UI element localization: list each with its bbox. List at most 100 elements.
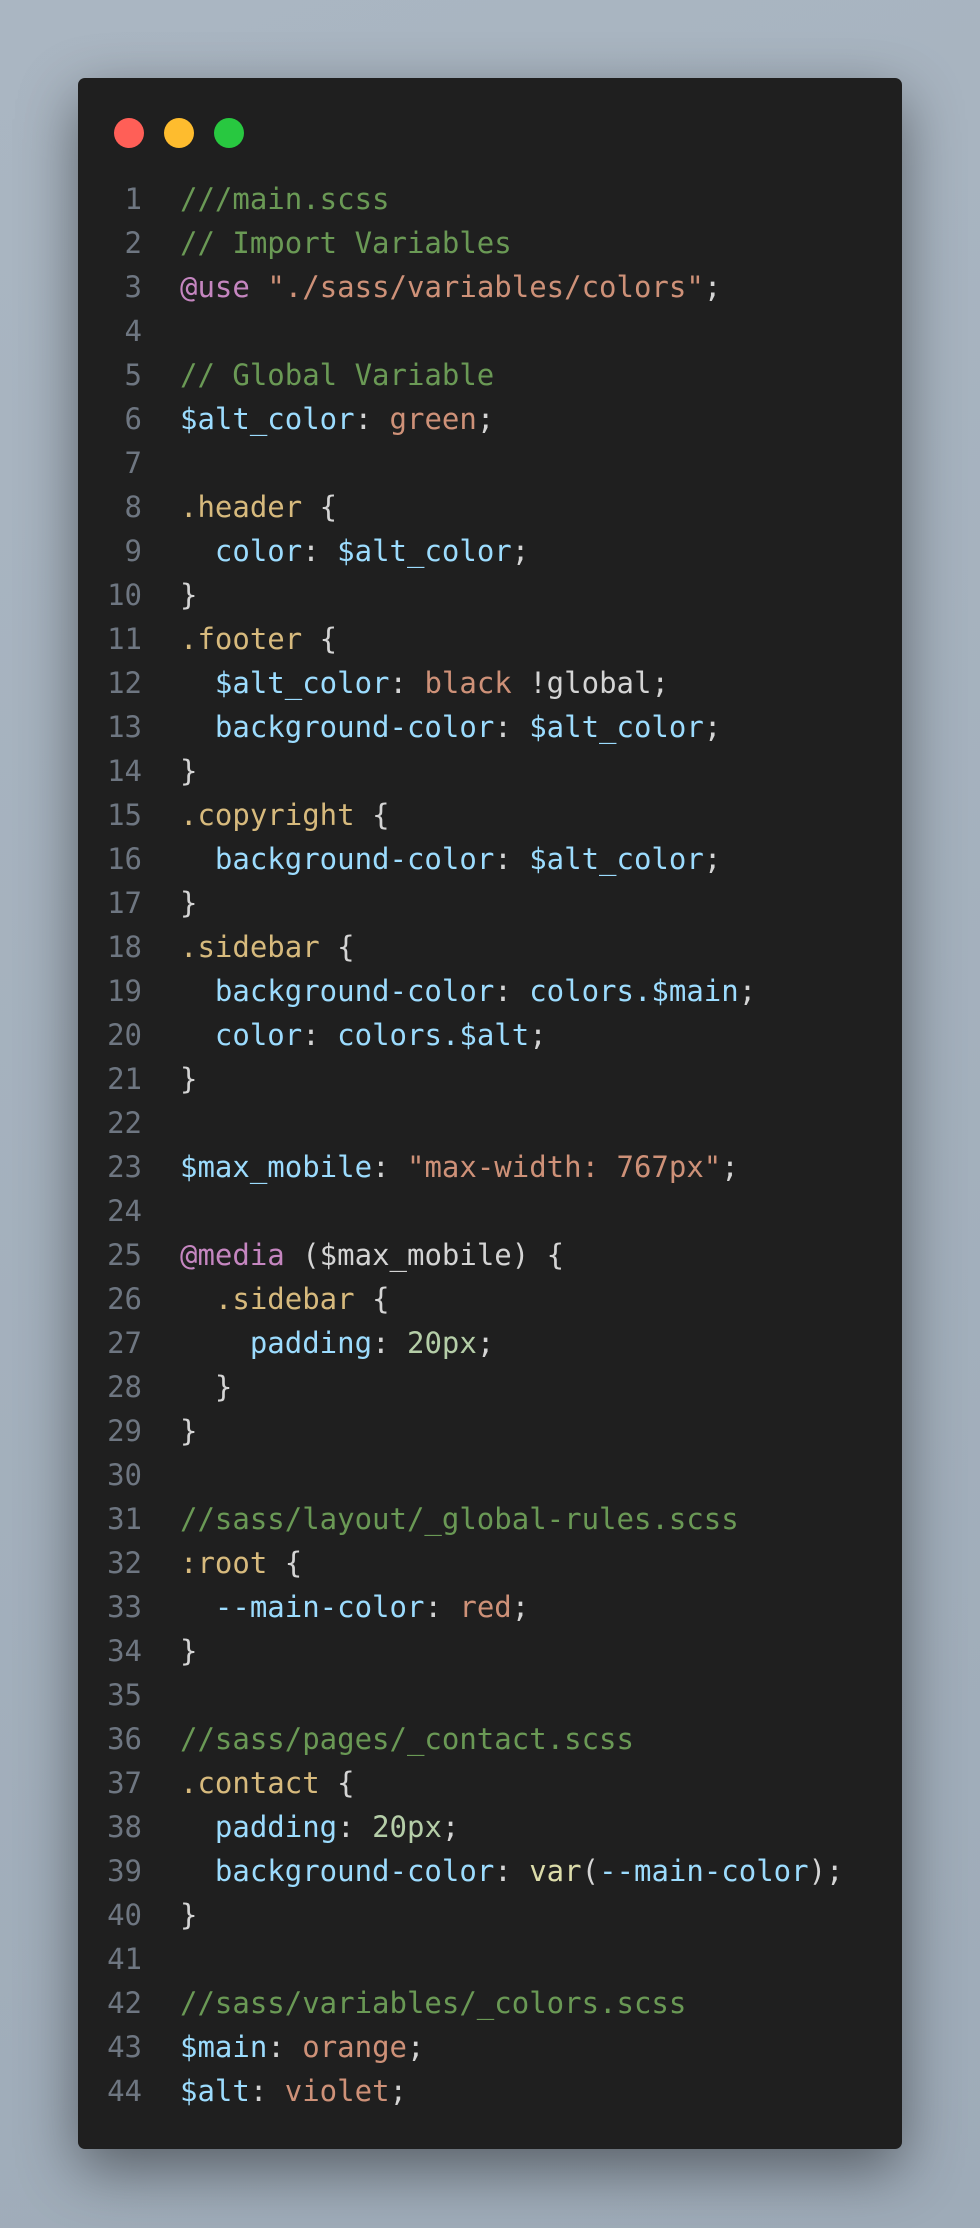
code-line: 24 <box>78 1189 902 1233</box>
code-token: green <box>389 402 477 436</box>
line-number: 25 <box>107 1238 142 1272</box>
code-line: 18 .sidebar { <box>78 925 902 969</box>
line-text: //sass/pages/_contact.scss <box>180 1717 634 1761</box>
code-token: : <box>354 402 390 436</box>
code-token: violet <box>284 2074 390 2108</box>
code-token: background-color <box>214 974 495 1008</box>
line-number: 31 <box>107 1502 142 1536</box>
line-text: } <box>180 1365 232 1409</box>
line-text: color: $alt_color; <box>180 529 529 573</box>
code-token: $main <box>180 2030 268 2064</box>
line-number: 33 <box>107 1590 142 1624</box>
code-token: } <box>180 754 198 788</box>
code-token: : <box>389 666 425 700</box>
line-text: // Import Variables <box>180 221 512 265</box>
line-number: 2 <box>124 226 142 260</box>
line-text: $alt_color: green; <box>180 397 494 441</box>
code-token: : <box>372 1326 407 1360</box>
code-token: { <box>302 490 338 524</box>
code-line: 6 $alt_color: green; <box>78 397 902 441</box>
code-line: 22 <box>78 1101 902 1145</box>
line-number: 29 <box>107 1414 142 1448</box>
close-button[interactable] <box>114 118 144 148</box>
code-token: color <box>214 1018 303 1052</box>
line-text: //sass/variables/_colors.scss <box>180 1981 686 2025</box>
line-text: } <box>180 1629 197 1673</box>
code-token: ; <box>703 842 722 876</box>
code-line: 16 background-color: $alt_color; <box>78 837 902 881</box>
line-text: .header { <box>180 485 337 529</box>
line-number: 11 <box>107 622 142 656</box>
minimize-button[interactable] <box>164 118 194 148</box>
code-token: : <box>337 1810 373 1844</box>
line-text: .footer { <box>180 617 337 661</box>
code-token: : <box>494 710 530 744</box>
line-text: @media ($max_mobile) { <box>180 1233 564 1277</box>
code-token: @media <box>180 1238 285 1272</box>
line-number: 4 <box>124 314 142 348</box>
maximize-button[interactable] <box>214 118 244 148</box>
code-token: ( <box>581 1854 600 1888</box>
line-number: 38 <box>107 1810 142 1844</box>
code-line: 32:root { <box>78 1541 902 1585</box>
code-token: : <box>267 2030 303 2064</box>
code-token: } <box>180 1898 198 1932</box>
line-text: color: colors.$alt; <box>180 1013 547 1057</box>
line-text: .contact { <box>180 1761 355 1805</box>
code-line: 40} <box>78 1893 902 1937</box>
code-line: 4 <box>78 309 902 353</box>
line-text: .sidebar { <box>180 1277 390 1321</box>
code-token: } <box>180 1062 198 1096</box>
code-token: // Import Variables <box>180 226 512 260</box>
code-line: 26 .sidebar { <box>78 1277 902 1321</box>
code-line: 44 $alt: violet; <box>78 2069 902 2113</box>
code-line: 14} <box>78 749 902 793</box>
line-number: 39 <box>107 1854 142 1888</box>
code-line: 12 $alt_color: black !global; <box>78 661 902 705</box>
code-line: 20 color: colors.$alt; <box>78 1013 902 1057</box>
line-text: background-color: $alt_color; <box>180 837 721 881</box>
code-line: 7 <box>78 441 902 485</box>
line-text: } <box>180 1893 197 1937</box>
line-number: 5 <box>124 358 142 392</box>
code-token: { <box>354 1282 390 1316</box>
code-line: 39 background-color: var(--main-color); <box>78 1849 902 1893</box>
line-number: 16 <box>107 842 142 876</box>
code-line: 21} <box>78 1057 902 1101</box>
line-number: 40 <box>107 1898 142 1932</box>
code-line: 31 //sass/layout/_global-rules.scss <box>78 1497 902 1541</box>
code-token: $alt_color <box>180 402 355 436</box>
line-number: 21 <box>107 1062 142 1096</box>
line-text: } <box>180 881 197 925</box>
code-line: 17} <box>78 881 902 925</box>
line-number: 8 <box>124 490 142 524</box>
line-text: .copyright { <box>180 793 390 837</box>
line-text: ///main.scss <box>180 177 390 221</box>
code-token: ; <box>511 534 530 568</box>
code-token: ; <box>389 2074 407 2108</box>
code-token: ; <box>407 2030 425 2064</box>
code-line: 3 @use "./sass/variables/colors"; <box>78 265 902 309</box>
code-token: //sass/layout/_global-rules.scss <box>180 1502 739 1536</box>
line-number: 28 <box>107 1370 142 1404</box>
code-token: $alt_color <box>529 842 704 876</box>
code-line: 23 $max_mobile: "max-width: 767px"; <box>78 1145 902 1189</box>
code-token: $max_mobile <box>180 1150 373 1184</box>
code-token: .header <box>180 490 303 524</box>
code-line: 33 --main-color: red; <box>78 1585 902 1629</box>
code-token: $alt_color <box>337 534 512 568</box>
code-line: 35 <box>78 1673 902 1717</box>
line-text: } <box>180 749 197 793</box>
code-token: ($max_mobile) { <box>284 1238 565 1272</box>
line-text: :root { <box>180 1541 302 1585</box>
line-number: 19 <box>107 974 142 1008</box>
code-token: } <box>180 1370 233 1404</box>
